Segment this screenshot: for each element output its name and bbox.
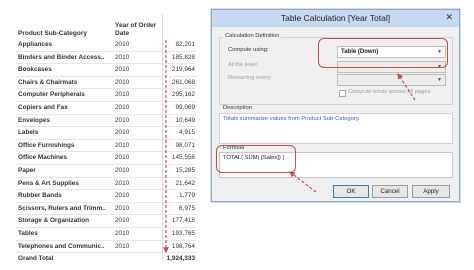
formula-arrow — [289, 171, 317, 193]
annotation-arrows — [163, 40, 416, 254]
compute-using-arrow — [397, 72, 416, 101]
